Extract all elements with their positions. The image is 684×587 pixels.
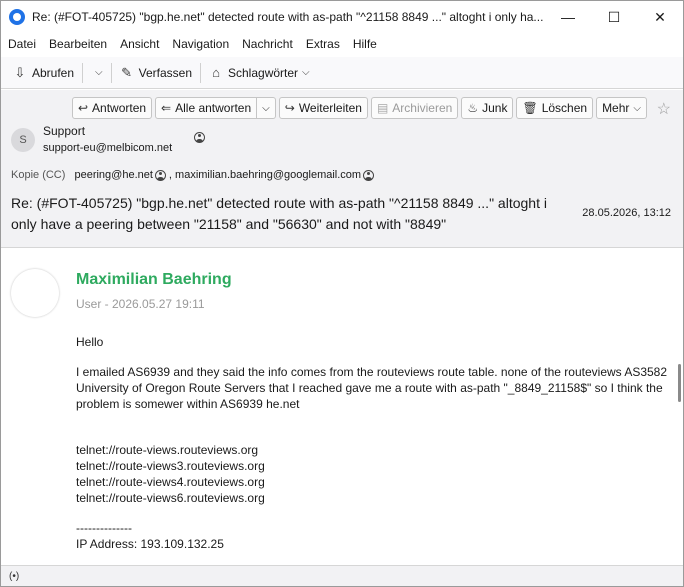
menu-edit[interactable]: Bearbeiten [49,37,107,51]
header-toolbar: ↩ Antworten ⇐ Alle antworten ⌵ ↪ Weiterl… [69,97,647,119]
menu-bar: Datei Bearbeiten Ansicht Navigation Nach… [1,34,683,54]
toolbar-divider [82,62,84,83]
menu-file[interactable]: Datei [8,37,36,51]
reply-button[interactable]: ↩ Antworten [71,97,153,119]
reply-all-icon: ⇐ [161,101,172,115]
pencil-icon: ✎ [121,64,133,80]
more-label: Mehr [602,101,630,115]
reply-label: Antworten [92,101,147,115]
telnet-link[interactable]: telnet://route-views6.routeviews.org [76,490,676,506]
reply-all-label: Alle antworten [175,101,252,115]
minimize-button[interactable]: — [545,1,591,33]
telnet-link[interactable]: telnet://route-views.routeviews.org [76,442,676,458]
author-avatar [11,269,59,317]
menu-help[interactable]: Hilfe [353,37,377,51]
tag-icon: ⌂ [212,65,220,80]
sender-avatar: S [11,128,35,152]
delete-label: Löschen [541,101,588,115]
greeting: Hello [76,335,104,349]
message-body: Maximilian Baehring User - 2026.05.27 19… [1,249,683,565]
cc-recipient[interactable]: maximilian.baehring@googlemail.com [175,169,361,181]
menu-view[interactable]: Ansicht [120,37,159,51]
message-subject: Re: (#FOT-405725) "bgp.he.net" detected … [11,195,547,232]
chevron-down-icon: ⌵ [633,102,641,114]
body-scrollbar[interactable] [678,364,681,402]
close-button[interactable]: ✕ [637,1,683,33]
body-paragraph: I emailed AS6939 and they said the info … [76,365,668,411]
trash-icon: 🗑 [522,101,538,115]
download-icon: ⇩ [14,64,26,80]
menu-message[interactable]: Nachricht [242,37,293,51]
activity-icon[interactable]: (•) [9,571,19,582]
chevron-down-icon: ⌵ [95,67,103,78]
more-button[interactable]: Mehr ⌵ [596,97,647,119]
reply-all-dropdown[interactable]: ⌵ [257,97,276,119]
mail-window: Re: (#FOT-405725) "bgp.he.net" detected … [0,0,684,587]
star-icon[interactable]: ☆ [657,99,671,119]
compose-button[interactable]: ✎ Verfassen [116,61,196,85]
cc-recipient[interactable]: peering@he.net [74,169,152,181]
contact-icon[interactable] [194,132,205,143]
message-date: 28.05.2026, 13:12 [582,207,671,219]
reply-all-split: ⇐ Alle antworten ⌵ [155,97,276,119]
telnet-link[interactable]: telnet://route-views4.routeviews.org [76,474,676,490]
author-meta: User - 2026.05.27 19:11 [76,297,205,311]
flame-icon: ♨ [467,101,479,115]
author-name: Maximilian Baehring [76,271,232,288]
chevron-down-icon: ⌵ [302,67,310,78]
body-text: Hello I emailed AS6939 and they said the… [76,334,676,552]
toolbar-divider [110,62,112,83]
archive-label: Archivieren [392,101,453,115]
toolbar-divider [200,62,201,83]
junk-label: Junk [482,101,508,115]
cc-label: Kopie (CC) [11,169,66,181]
ip-address-line: IP Address: 193.109.132.25 [76,537,224,551]
chevron-down-icon: ⌵ [262,102,270,114]
status-bar: (•) [1,565,683,586]
tags-button[interactable]: ⌂ Schlagwörter ⌵ [205,61,314,85]
delete-button[interactable]: 🗑 Löschen [516,97,594,119]
fetch-dropdown-button[interactable]: ⌵ [87,61,107,85]
reply-icon: ↩ [77,101,89,115]
menu-tools[interactable]: Extras [306,37,340,51]
forward-button[interactable]: ↪ Weiterleiten [278,97,368,119]
tags-label: Schlagwörter [228,65,299,80]
title-bar: Re: (#FOT-405725) "bgp.he.net" detected … [1,1,683,33]
sender-email[interactable]: support-eu@melbicom.net [43,142,172,154]
fetch-label: Abrufen [32,65,75,80]
fetch-button[interactable]: ⇩ Abrufen [9,61,78,85]
contact-icon[interactable] [363,169,375,181]
window-controls: — ☐ ✕ [545,1,683,33]
sender-name[interactable]: Support [43,124,85,138]
reply-all-button[interactable]: ⇐ Alle antworten [155,97,258,119]
cc-row: Kopie (CC) peering@he.net, maximilian.ba… [11,169,377,181]
thunderbird-app-icon [9,9,25,25]
contact-icon[interactable] [154,169,166,181]
forward-icon: ↪ [284,101,295,115]
archive-button[interactable]: ▤ Archivieren [370,97,459,119]
menu-navigation[interactable]: Navigation [172,37,229,51]
window-title: Re: (#FOT-405725) "bgp.he.net" detected … [32,10,544,24]
compose-label: Verfassen [138,65,192,80]
main-toolbar: ⇩ Abrufen ⌵ ✎ Verfassen ⌂ Schlagwörter ⌵ [1,57,683,89]
forward-label: Weiterleiten [298,101,362,115]
signature-separator: -------------- [76,521,132,535]
maximize-button[interactable]: ☐ [591,1,637,33]
telnet-link[interactable]: telnet://route-views3.routeviews.org [76,458,676,474]
archive-icon: ▤ [376,101,389,115]
junk-button[interactable]: ♨ Junk [461,97,514,119]
